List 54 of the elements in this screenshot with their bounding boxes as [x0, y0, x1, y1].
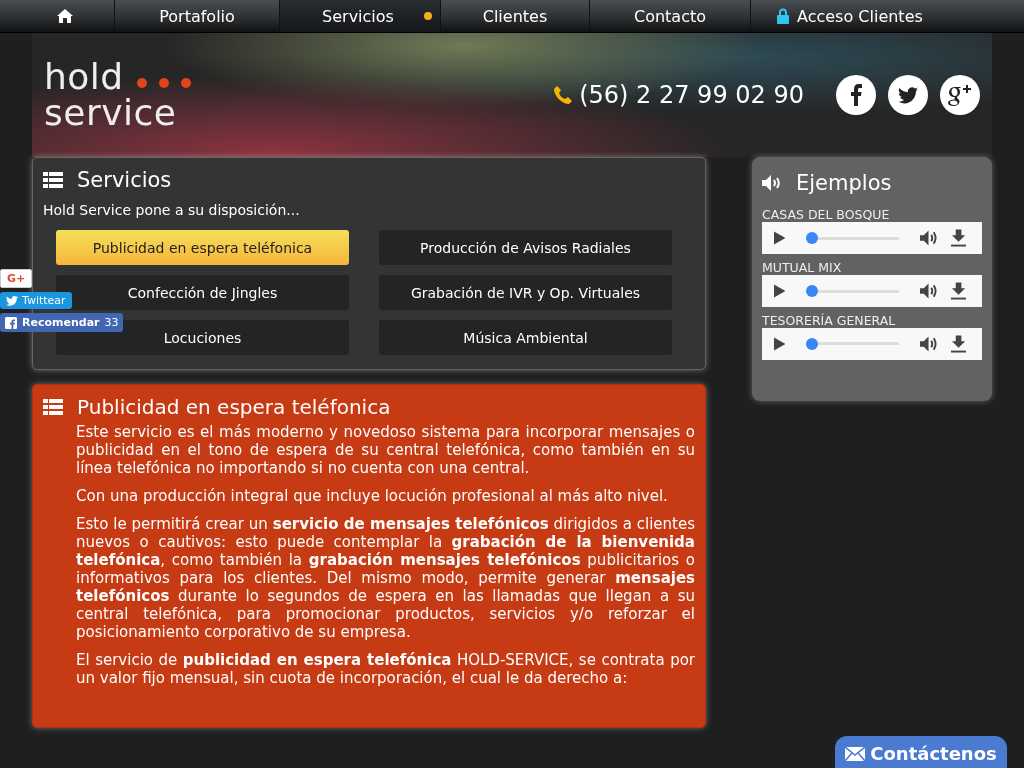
envelope-icon: [845, 747, 866, 761]
nav-tab[interactable]: Acceso Clientes: [751, 0, 949, 32]
panel-title: Servicios: [77, 168, 172, 192]
list-icon: [43, 172, 63, 188]
phone-number: (56) 2 27 99 02 90: [579, 81, 804, 109]
logo-text: hold: [44, 59, 124, 95]
speaker-icon: [762, 175, 782, 191]
google-plus-button[interactable]: [940, 75, 980, 115]
google-plus-share-button[interactable]: G+: [0, 269, 33, 288]
google-plus-icon: [947, 84, 973, 106]
logo-text: service: [44, 95, 178, 131]
list-icon: [43, 399, 63, 415]
active-dot: [424, 12, 432, 20]
bird-icon: [6, 295, 18, 306]
download-icon[interactable]: [950, 229, 966, 247]
volume-icon[interactable]: [919, 282, 939, 300]
intro-text: Hold Service pone a su disposición...: [43, 202, 301, 218]
nav-tab[interactable]: Contacto: [590, 0, 751, 32]
dots-icon: [135, 77, 192, 89]
facebook-icon: [850, 84, 862, 106]
service-button[interactable]: Producción de Avisos Radiales: [379, 230, 672, 265]
panel-title: Publicidad en espera teléfonica: [77, 395, 391, 419]
recommend-button[interactable]: Recomendar 33: [0, 313, 124, 332]
track-name: TESORERÍA GENERAL: [762, 313, 897, 328]
play-icon[interactable]: [774, 231, 786, 245]
body-paragraph: El servicio de publicidad en espera telefónica HOLD-SERVICE, se contrata por un valor fijo mensual, sin cuota de incorporación, el cual le da derecho a:: [76, 651, 695, 687]
play-icon[interactable]: [774, 284, 786, 298]
bird-icon: [898, 86, 918, 104]
phone-icon: [553, 85, 574, 105]
nav-tab[interactable]: Servicios: [280, 0, 441, 32]
service-button[interactable]: Música Ambiental: [379, 320, 672, 355]
home-icon: [57, 9, 73, 23]
panel-title: Ejemplos: [796, 171, 892, 195]
service-button[interactable]: Grabación de IVR y Op. Virtuales: [379, 275, 672, 310]
track-name: MUTUAL MIX: [762, 260, 843, 275]
volume-icon[interactable]: [919, 229, 939, 247]
nav-tab[interactable]: Clientes: [441, 0, 590, 32]
volume-icon[interactable]: [919, 335, 939, 353]
body-paragraph: Esto le permitirá crear un servicio de mensajes telefónicos dirigidos a clientes nuevos o cautivos: esto puede contemplar la grabación de la bienvenida telefónica, como también la grabación mensajes telefónicos publicitarios o informativos para los clientes. Del mismo modo, permite generar mensajes telefónicos durante lo segundos de espera en las llamadas que llegan a su central telefónica, para promocionar productos, servicios y/o reforzar el posicionamiento corporativo de su empresa.: [76, 515, 695, 641]
body-paragraph: Este servicio es el más moderno y novedoso sistema para incorporar mensajes o publicidad en el tono de espera de su central telefónica, como también en su línea telefónica no importando si no cuenta con una central.: [76, 423, 695, 477]
body-paragraph: Con una producción integral que incluye locución profesional al más alto nivel.: [76, 487, 669, 505]
seek-thumb[interactable]: [806, 285, 819, 297]
facebook-icon: [5, 316, 17, 329]
seek-thumb[interactable]: [806, 232, 819, 244]
play-icon[interactable]: [774, 337, 786, 351]
seek-thumb[interactable]: [806, 338, 819, 350]
download-icon[interactable]: [950, 335, 966, 353]
twitter-button[interactable]: [888, 75, 928, 115]
service-button[interactable]: Publicidad en espera teléfonica: [56, 230, 349, 265]
facebook-button[interactable]: [836, 75, 876, 115]
download-icon[interactable]: [950, 282, 966, 300]
track-name: CASAS DEL BOSQUE: [762, 207, 891, 222]
contact-button[interactable]: Contáctenos: [835, 736, 1007, 768]
lock-icon: [777, 8, 789, 24]
